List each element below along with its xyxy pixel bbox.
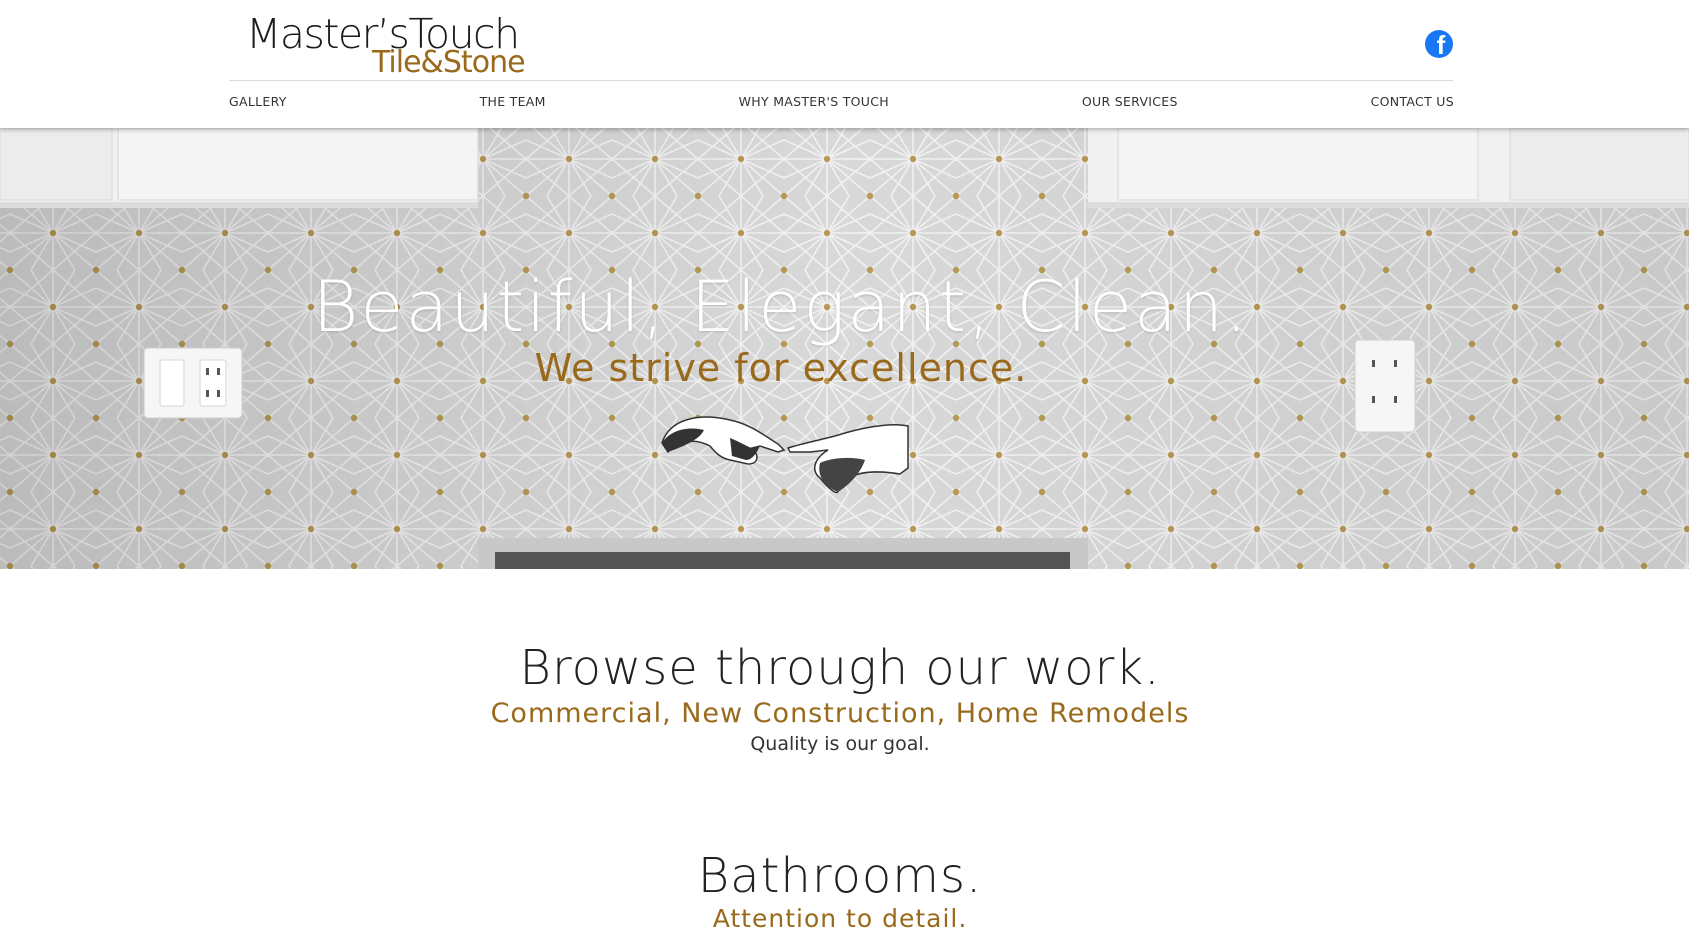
nav-our-services[interactable]: OUR SERVICES: [1082, 94, 1178, 109]
nav-the-team[interactable]: THE TEAM: [480, 94, 546, 109]
bathrooms-tagline: Attention to detail.: [712, 904, 968, 933]
logo-sub-text: Tile&Stone: [372, 45, 526, 80]
nav-contact-us[interactable]: CONTACT US: [1371, 94, 1454, 109]
browse-heading: Browse through our work.: [519, 640, 1161, 696]
facebook-icon[interactable]: f: [1425, 30, 1453, 58]
creation-hands-icon: [661, 416, 909, 494]
browse-categories: Commercial, New Construction, Home Remod…: [490, 698, 1190, 729]
header-divider: [229, 80, 1453, 81]
bathrooms-section: Bathrooms. Attention to detail.: [0, 848, 1689, 933]
hero-subtitle: We strive for excellence.: [534, 346, 1028, 390]
browse-tagline: Quality is our goal.: [750, 733, 930, 755]
hero-title: Beautiful, Elegant, Clean.: [312, 266, 1250, 348]
site-header: Master’sTouch Tile&Stone f GALLERY THE T…: [0, 0, 1689, 128]
logo[interactable]: Master’sTouch Tile&Stone: [246, 10, 536, 80]
nav-gallery[interactable]: GALLERY: [229, 94, 287, 109]
nav-why-masters-touch[interactable]: WHY MASTER'S TOUCH: [739, 94, 889, 109]
browse-section: Browse through our work. Commercial, New…: [0, 640, 1689, 755]
hero-banner: Beautiful, Elegant, Clean. We strive for…: [0, 128, 1689, 569]
main-nav: GALLERY THE TEAM WHY MASTER'S TOUCH OUR …: [229, 94, 1454, 109]
bathrooms-heading: Bathrooms.: [697, 848, 983, 904]
